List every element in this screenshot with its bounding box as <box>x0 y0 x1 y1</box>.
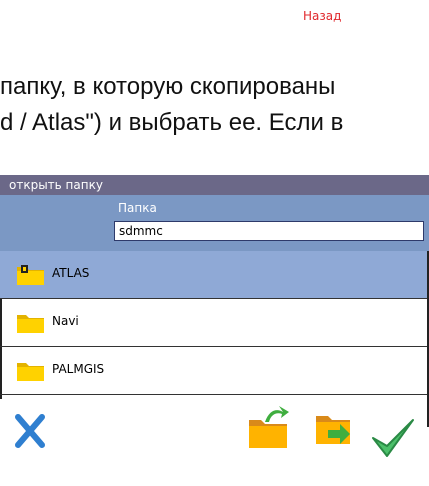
open-folder-dialog: открыть папку Папка ATLAS Navi <box>0 175 429 486</box>
list-item-label: PALMGIS <box>52 362 105 376</box>
list-item-label: ATLAS <box>52 266 90 280</box>
ok-button[interactable] <box>371 416 415 458</box>
folder-open-button[interactable] <box>314 406 354 450</box>
instruction-text-line-1: папку, в которую скопированы <box>0 73 336 100</box>
folder-input[interactable] <box>114 221 424 241</box>
folder-up-icon <box>249 406 289 448</box>
list-item-atlas[interactable]: ATLAS <box>0 251 429 299</box>
folder-open-icon <box>316 416 350 444</box>
list-item-navi[interactable]: Navi <box>0 299 429 347</box>
folder-panel: Папка <box>0 195 429 251</box>
close-x-icon <box>15 414 45 448</box>
folder-icon <box>17 363 44 381</box>
instruction-text-line-2: d / Atlas") и выбрать ее. Если в <box>0 109 344 136</box>
list-item-label: Navi <box>52 314 79 328</box>
folder-icon <box>17 265 44 285</box>
folder-up-button[interactable] <box>247 402 291 452</box>
dialog-title: открыть папку <box>0 175 429 195</box>
folder-label: Папка <box>118 201 157 215</box>
back-link[interactable]: Назад <box>303 9 341 23</box>
checkmark-icon <box>372 419 414 457</box>
folder-list: ATLAS Navi PALMGIS <box>0 251 429 427</box>
folder-icon <box>17 315 44 333</box>
cancel-button[interactable] <box>14 413 46 449</box>
list-item-palmgis[interactable]: PALMGIS <box>0 347 429 395</box>
